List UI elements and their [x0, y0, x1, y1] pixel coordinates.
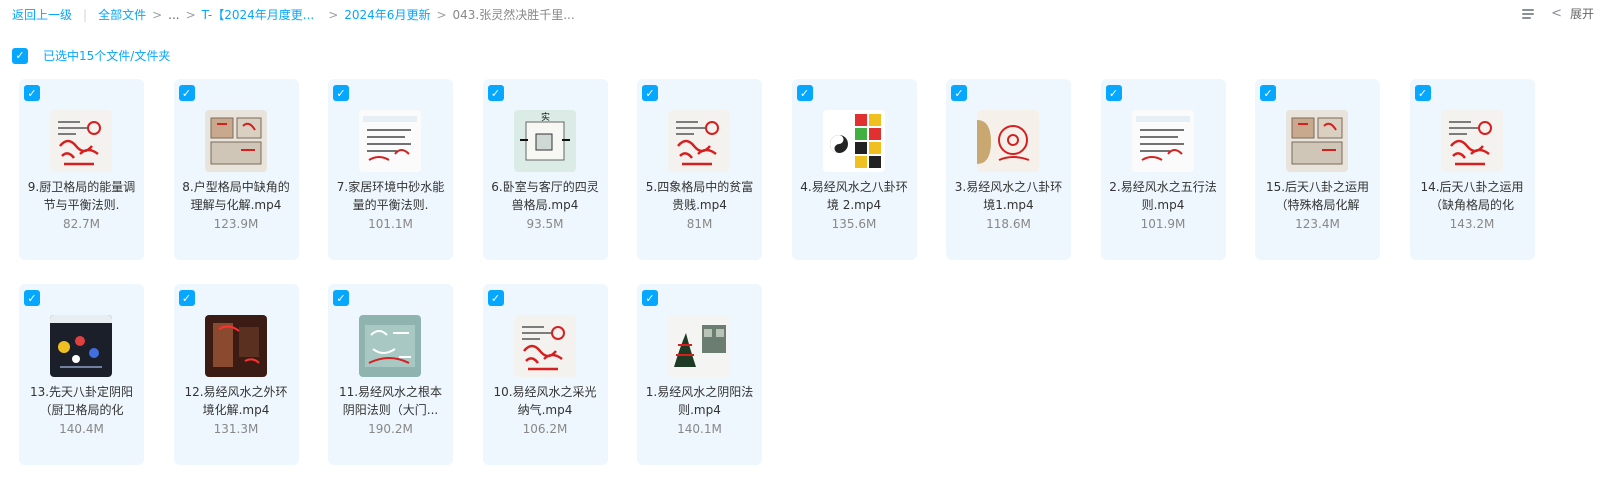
file-thumbnail [1131, 110, 1194, 172]
file-checkbox[interactable]: ✓ [1105, 85, 1122, 101]
file-thumbnail [204, 110, 267, 172]
file-checkbox[interactable]: ✓ [178, 290, 195, 306]
file-size: 118.6M [986, 217, 1031, 231]
file-size: 123.4M [1295, 217, 1340, 231]
file-card[interactable]: ✓ 3.易经风水之八卦环境1.mp4 118.6M [946, 79, 1071, 260]
file-card[interactable]: ✓ 4.易经风水之八卦环境 2.mp4 135.6M [791, 79, 917, 260]
file-name: 6.卧室与客厅的四灵兽格局.mp4 [491, 180, 599, 212]
file-name: 4.易经风水之八卦环境 2.mp4 [800, 180, 908, 212]
file-thumbnail [513, 315, 576, 377]
file-checkbox[interactable]: ✓ [951, 85, 967, 101]
breadcrumb-folder-june[interactable]: 2024年6月更新 [344, 6, 430, 23]
file-thumbnail [1286, 110, 1348, 172]
svg-text:实: 实 [541, 111, 550, 123]
file-thumbnail [359, 110, 421, 172]
file-thumbnail [50, 110, 112, 172]
file-checkbox[interactable]: ✓ [24, 85, 40, 101]
file-size: 143.2M [1449, 217, 1495, 231]
selection-count: 已选中15个文件/文件夹 [43, 49, 171, 63]
file-thumbnail [50, 315, 112, 377]
file-card[interactable]: ✓ 8.户型格局中缺角的理解与化解.mp4 123.9M [173, 79, 299, 260]
chevron-left-icon[interactable]: < [1551, 6, 1562, 21]
file-card[interactable]: ✓ 12.易经风水之外环境化解.mp4 131.3M [173, 284, 299, 465]
file-card[interactable]: ✓ 实 6.卧室与客厅的四灵兽格局.mp4 93.5M [482, 79, 608, 260]
file-thumbnail [204, 315, 267, 377]
file-card[interactable]: ✓ 14.后天八卦之运用（缺角格局的化 143.2M [1409, 79, 1535, 260]
breadcrumb-arrow: > [152, 7, 163, 22]
file-checkbox[interactable]: ✓ [642, 290, 658, 306]
file-name: 1.易经风水之阴阳法则.mp4 [645, 385, 754, 417]
file-name: 14.后天八卦之运用（缺角格局的化 [1420, 180, 1524, 212]
file-name: 5.四象格局中的贫富贵贱.mp4 [645, 180, 754, 212]
breadcrumb-all-files[interactable]: 全部文件 [98, 6, 146, 23]
file-size: 123.9M [213, 217, 259, 231]
file-checkbox[interactable]: ✓ [487, 85, 504, 101]
file-size: 140.1M [677, 422, 722, 436]
file-checkbox[interactable]: ✓ [1414, 85, 1431, 101]
file-size: 135.6M [831, 217, 877, 231]
file-name: 7.家居环境中砂水能量的平衡法则. [336, 180, 445, 212]
file-thumbnail [822, 110, 885, 172]
list-view-icon[interactable] [1521, 7, 1535, 21]
top-bar: 返回上一级 | 全部文件 > ... > T-【2024年月度更... > 20… [0, 0, 1624, 28]
file-thumbnail [359, 315, 421, 377]
file-size: 82.7M [62, 217, 101, 231]
file-checkbox[interactable]: ✓ [642, 85, 658, 101]
file-card[interactable]: ✓ 2.易经风水之五行法则.mp4 101.9M [1100, 79, 1226, 260]
file-name: 9.厨卫格局的能量调节与平衡法则. [27, 180, 136, 212]
file-thumbnail [668, 315, 730, 377]
file-size: 101.9M [1140, 217, 1186, 231]
file-checkbox[interactable]: ✓ [24, 290, 40, 306]
file-name: 15.后天八卦之运用（特殊格局化解 [1265, 180, 1370, 212]
file-checkbox[interactable]: ✓ [333, 290, 349, 306]
file-checkbox[interactable]: ✓ [333, 85, 349, 101]
file-name: 12.易经风水之外环境化解.mp4 [184, 385, 288, 417]
file-card[interactable]: ✓ 10.易经风水之采光纳气.mp4 106.2M [482, 284, 608, 465]
file-name: 11.易经风水之根本阴阳法则（大门... [338, 385, 443, 417]
file-thumbnail [668, 110, 730, 172]
breadcrumb-folder-monthly[interactable]: T-【2024年月度更... [202, 6, 315, 23]
file-thumbnail [977, 110, 1039, 172]
file-checkbox[interactable]: ✓ [796, 85, 813, 101]
breadcrumb-arrow: > [185, 7, 196, 22]
file-card[interactable]: ✓ 15.后天八卦之运用（特殊格局化解 123.4M [1255, 79, 1380, 260]
breadcrumb-current: 043.张灵然决胜千里... [452, 8, 575, 22]
file-size: 101.1M [368, 217, 413, 231]
file-card[interactable]: ✓ 11.易经风水之根本阴阳法则（大门... 190.2M [328, 284, 453, 465]
file-name: 8.户型格局中缺角的理解与化解.mp4 [182, 180, 290, 212]
view-tools: < 展开 [1521, 5, 1594, 22]
breadcrumb-arrow: > [436, 7, 447, 22]
file-checkbox[interactable]: ✓ [487, 290, 504, 306]
file-checkbox[interactable]: ✓ [1260, 85, 1276, 101]
file-name: 2.易经风水之五行法则.mp4 [1109, 180, 1217, 212]
file-checkbox[interactable]: ✓ [178, 85, 195, 101]
file-size: 140.4M [59, 422, 104, 436]
file-name: 13.先天八卦定阴阳（厨卫格局的化 [29, 385, 134, 417]
file-card[interactable]: ✓ 9.厨卫格局的能量调节与平衡法则. 82.7M [19, 79, 144, 260]
file-name: 10.易经风水之采光纳气.mp4 [493, 385, 597, 417]
file-size: 131.3M [213, 422, 259, 436]
file-grid: ✓ 9.厨卫格局的能量调节与平衡法则. 82.7M ✓ 8.户型格局中缺角的理解与化… [19, 79, 1539, 465]
file-thumbnail: 实 [513, 110, 576, 172]
file-size: 106.2M [522, 422, 568, 436]
select-all-checkbox[interactable]: ✓ [12, 47, 28, 64]
breadcrumb-arrow: > [328, 7, 339, 22]
file-name: 3.易经风水之八卦环境1.mp4 [954, 180, 1063, 212]
breadcrumb: 返回上一级 | 全部文件 > ... > T-【2024年月度更... > 20… [12, 6, 575, 23]
file-size: 81M [686, 217, 713, 231]
expand-button[interactable]: 展开 [1570, 5, 1594, 22]
file-card[interactable]: ✓ 1.易经风水之阴阳法则.mp4 140.1M [637, 284, 762, 465]
file-card[interactable]: ✓ 5.四象格局中的贫富贵贱.mp4 81M [637, 79, 762, 260]
file-thumbnail [1440, 110, 1503, 172]
breadcrumb-ellipsis[interactable]: ... [168, 8, 179, 22]
file-size: 190.2M [368, 422, 413, 436]
file-card[interactable]: ✓ 13.先天八卦定阴阳（厨卫格局的化 140.4M [19, 284, 144, 465]
breadcrumb-divider: | [83, 7, 88, 22]
selection-bar: ✓ 已选中15个文件/文件夹 [12, 47, 170, 64]
file-card[interactable]: ✓ 7.家居环境中砂水能量的平衡法则. 101.1M [328, 79, 453, 260]
file-size: 93.5M [526, 217, 564, 231]
back-link[interactable]: 返回上一级 [12, 6, 72, 23]
